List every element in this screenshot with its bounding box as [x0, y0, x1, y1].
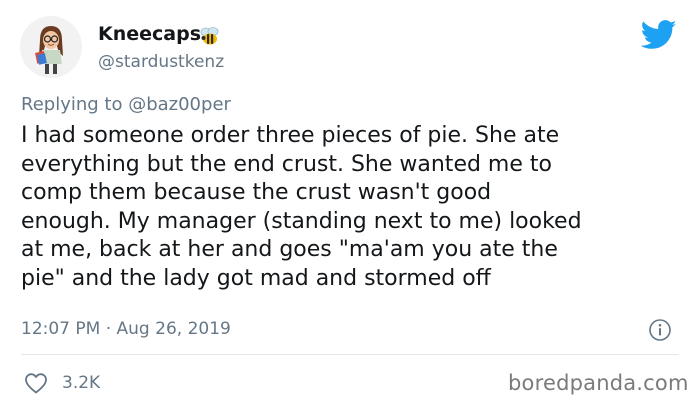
- info-icon[interactable]: [648, 318, 672, 342]
- like-count: 3.2K: [62, 373, 101, 393]
- twitter-bird-icon[interactable]: [641, 20, 677, 50]
- author-avatar[interactable]: [20, 16, 82, 78]
- author-handle[interactable]: @stardustkenz: [98, 52, 224, 72]
- tweet-timestamp[interactable]: 12:07 PM · Aug 26, 2019: [21, 319, 231, 339]
- reply-mention-link[interactable]: @baz00per: [128, 94, 231, 115]
- boredpanda-watermark: boredpanda.com: [508, 371, 689, 395]
- bee-emoji-icon: [198, 24, 222, 48]
- divider: [21, 354, 679, 355]
- tweet-text: I had someone order three pieces of pie.…: [21, 123, 582, 291]
- bitmoji-avatar-icon: [20, 16, 82, 78]
- heart-icon: [24, 372, 48, 394]
- replying-to-label: Replying to: [21, 94, 129, 115]
- replying-to-line: Replying to @baz00per: [21, 94, 231, 115]
- like-button[interactable]: 3.2K: [24, 370, 100, 396]
- author-display-name[interactable]: Kneecaps: [98, 23, 201, 45]
